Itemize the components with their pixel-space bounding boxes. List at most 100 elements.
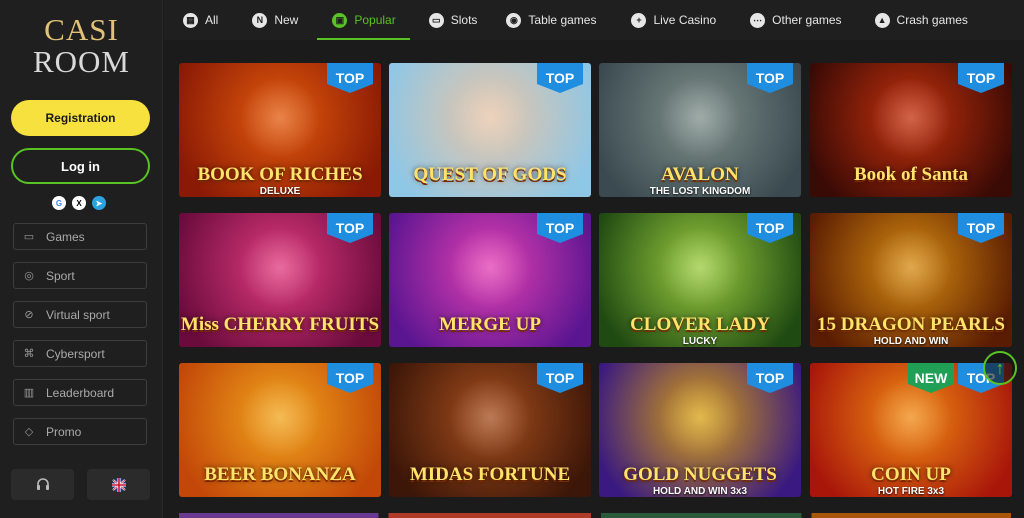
game-artwork xyxy=(870,227,952,309)
tab-popular[interactable]: ▣ Popular xyxy=(317,0,411,40)
top-badge: TOP xyxy=(537,363,583,393)
other-games-icon: ⋯ xyxy=(750,12,766,28)
game-title: 15 DRAGON PEARLS xyxy=(817,314,1005,335)
top-badge: TOP xyxy=(747,213,793,243)
game-tile[interactable]: MERGE UP TOP xyxy=(389,213,591,347)
game-artwork xyxy=(449,77,531,159)
top-badge: TOP xyxy=(747,363,793,393)
game-title: AVALON xyxy=(661,164,739,185)
tab-label: New xyxy=(274,13,299,27)
google-icon[interactable]: G xyxy=(52,196,66,210)
logo-line2: ROOM xyxy=(32,44,130,79)
sidebar-item-virtual-sport[interactable]: ⊘ Virtual sport xyxy=(13,301,147,328)
scroll-to-top-button[interactable]: ↑ xyxy=(983,351,1017,385)
sidebar-item-games[interactable]: ▭ Games xyxy=(13,223,147,250)
sidebar-item-cybersport[interactable]: ⌘ Cybersport xyxy=(13,340,147,367)
popular-icon: ▣ xyxy=(332,12,348,28)
tab-label: Table games xyxy=(528,13,597,27)
new-icon: N xyxy=(252,12,268,28)
game-title: Miss CHERRY FRUITS xyxy=(180,314,380,335)
tab-crash-games[interactable]: ▲ Crash games xyxy=(874,0,968,40)
app: CASI ROOM Registration Log in G X ➤ ▭ Ga… xyxy=(0,0,1024,518)
top-badge: TOP xyxy=(327,213,373,243)
live-casino-icon: + xyxy=(631,12,647,28)
game-title: BEER BONANZA xyxy=(204,464,356,485)
social-login: G X ➤ xyxy=(52,196,106,210)
tab-label: Popular xyxy=(354,13,396,27)
games-icon: ▭ xyxy=(23,231,35,243)
tab-table-games[interactable]: ◉ Table games xyxy=(506,0,596,40)
game-title: GOLD NUGGETS xyxy=(623,464,777,485)
sidebar-item-label: Promo xyxy=(46,424,82,439)
game-title: BOOK OF RICHES xyxy=(197,164,363,185)
tab-label: Crash games xyxy=(896,13,968,27)
logo[interactable]: CASI ROOM xyxy=(24,14,139,84)
telegram-icon[interactable]: ➤ xyxy=(92,196,106,210)
top-badge: TOP xyxy=(537,63,583,93)
game-artwork xyxy=(239,77,321,159)
game-title: Book of Santa xyxy=(853,164,969,185)
leaderboard-icon: ▥ xyxy=(23,387,35,399)
registration-button[interactable]: Registration xyxy=(11,100,150,136)
uk-flag-icon xyxy=(111,477,126,492)
top-badge: TOP xyxy=(327,363,373,393)
game-tile[interactable]: Miss CHERRY FRUITS TOP xyxy=(179,213,381,347)
sidebar-item-label: Games xyxy=(46,229,85,244)
top-badge: TOP xyxy=(958,213,1004,243)
tab-label: Other games xyxy=(772,13,842,27)
game-title: COIN UP xyxy=(871,464,951,485)
top-badge: TOP xyxy=(958,63,1004,93)
slots-icon: ▭ xyxy=(428,12,444,28)
login-button[interactable]: Log in xyxy=(11,148,150,184)
sidebar-item-label: Sport xyxy=(46,268,75,283)
game-tile[interactable]: AVALON THE LOST KINGDOM TOP xyxy=(599,63,801,197)
game-tile[interactable]: Book of Santa TOP xyxy=(810,63,1012,197)
game-artwork xyxy=(659,377,741,459)
game-artwork xyxy=(870,77,952,159)
game-subtitle: HOLD AND WIN xyxy=(873,336,949,347)
game-tile[interactable]: CLOVER LADY LUCKY TOP xyxy=(599,213,801,347)
game-tile[interactable]: BEER BONANZA TOP xyxy=(179,363,381,497)
game-title: QUEST OF GODS xyxy=(413,164,567,185)
tab-other-games[interactable]: ⋯ Other games xyxy=(750,0,842,40)
tab-new[interactable]: N New xyxy=(252,0,298,40)
game-artwork xyxy=(449,227,531,309)
tab-label: All xyxy=(205,13,219,27)
top-badge: TOP xyxy=(537,213,583,243)
game-title: MIDAS FORTUNE xyxy=(409,464,571,485)
sidebar-item-label: Virtual sport xyxy=(46,307,110,322)
promo-icon: ◇ xyxy=(24,426,34,438)
table-games-icon: ◉ xyxy=(506,12,522,28)
game-tile[interactable]: GOLD NUGGETS HOLD AND WIN 3x3 TOP xyxy=(599,363,801,497)
tab-slots[interactable]: ▭ Slots xyxy=(428,0,478,40)
virtual-sport-icon: ⊘ xyxy=(24,309,34,321)
game-title: CLOVER LADY xyxy=(630,314,770,335)
sidebar-item-promo[interactable]: ◇ Promo xyxy=(13,418,147,445)
sport-icon: ◎ xyxy=(24,270,34,282)
tab-label: Slots xyxy=(450,13,478,27)
next-row-peek xyxy=(179,513,1011,518)
support-button[interactable] xyxy=(11,469,74,500)
tab-all[interactable]: ▦ All xyxy=(183,0,218,40)
category-tabs: ▦ All N New ▣ Popular ▭ Slots ◉ Table ga… xyxy=(164,0,1024,40)
game-artwork xyxy=(659,77,741,159)
game-tile[interactable]: COIN UP HOT FIRE 3x3 TOP NEW xyxy=(810,363,1012,497)
top-badge: TOP xyxy=(747,63,793,93)
game-artwork xyxy=(239,377,321,459)
all-icon: ▦ xyxy=(183,12,198,28)
logo-line1: CASI xyxy=(44,12,119,47)
tab-live-casino[interactable]: + Live Casino xyxy=(631,0,716,40)
game-subtitle: DELUXE xyxy=(259,186,301,197)
sidebar-item-sport[interactable]: ◎ Sport xyxy=(13,262,147,289)
game-tile[interactable]: QUEST OF GODS TOP xyxy=(389,63,591,197)
game-tile[interactable]: MIDAS FORTUNE TOP xyxy=(389,363,591,497)
language-button[interactable] xyxy=(87,469,150,500)
crash-games-icon: ▲ xyxy=(874,12,890,28)
game-tile[interactable]: 15 DRAGON PEARLS HOLD AND WIN TOP xyxy=(810,213,1012,347)
game-subtitle: HOT FIRE 3x3 xyxy=(877,486,945,497)
game-tile[interactable]: BOOK OF RICHES DELUXE TOP xyxy=(179,63,381,197)
arrow-up-icon: ↑ xyxy=(995,357,1005,378)
sidebar-item-leaderboard[interactable]: ▥ Leaderboard xyxy=(13,379,147,406)
game-subtitle: THE LOST KINGDOM xyxy=(649,186,751,197)
x-icon[interactable]: X xyxy=(72,196,86,210)
